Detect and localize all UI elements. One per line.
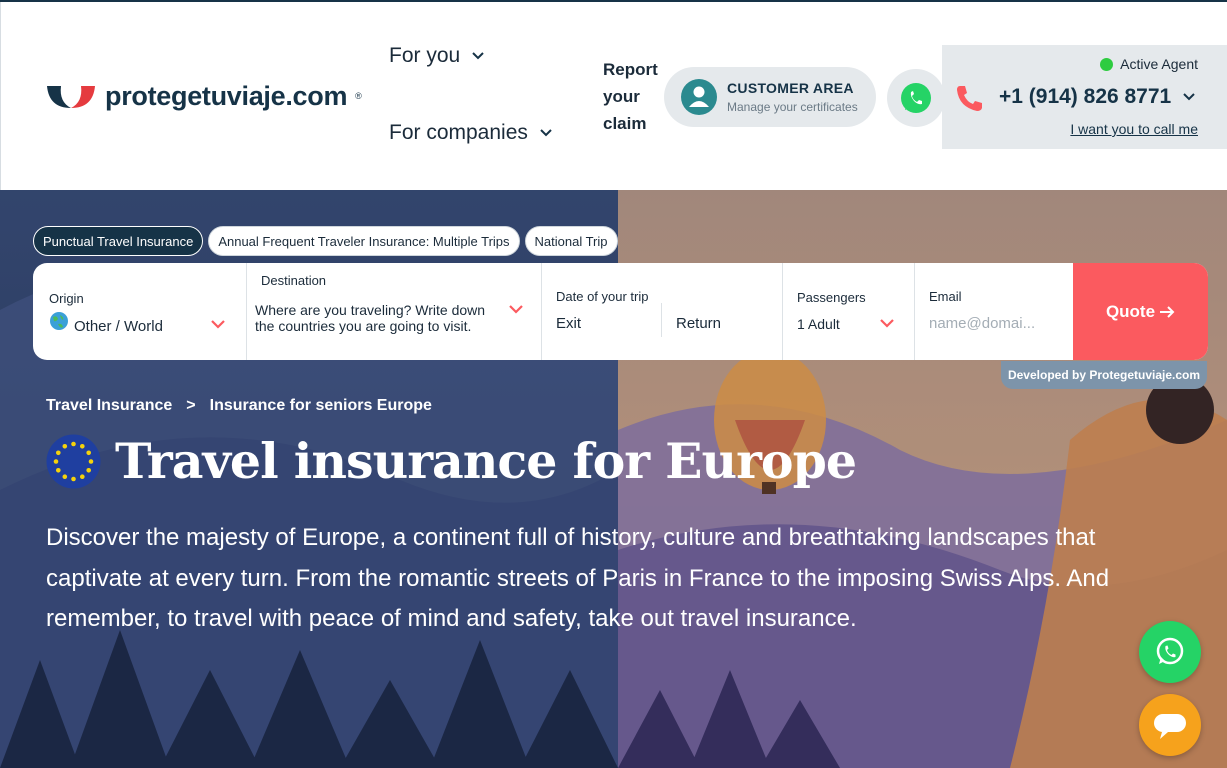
origin-value: Other / World	[74, 318, 163, 335]
quote-search-bar: Origin Other / World Destination Where a…	[33, 263, 1208, 360]
whatsapp-icon	[901, 83, 931, 113]
exit-date-input[interactable]: Exit	[556, 315, 581, 332]
report-claim-link[interactable]: Report your claim	[603, 56, 673, 137]
nav-for-companies-label: For companies	[389, 121, 528, 144]
nav-for-companies[interactable]: For companies	[389, 121, 552, 145]
origin-label: Origin	[49, 291, 84, 306]
chevron-down-icon	[472, 52, 484, 60]
tab-punctual[interactable]: Punctual Travel Insurance	[33, 226, 204, 256]
customer-area-subtitle: Manage your certificates	[727, 100, 858, 114]
nav-for-you-label: For you	[389, 44, 461, 67]
date-divider	[661, 303, 662, 337]
globe-icon	[50, 312, 68, 330]
developed-by-badge: Developed by Protegetuviaje.com	[1001, 361, 1207, 389]
agent-panel: Active Agent +1 (914) 826 8771 I want yo…	[942, 45, 1227, 149]
chat-float-button[interactable]	[1139, 694, 1201, 756]
customer-area-title: CUSTOMER AREA	[727, 80, 854, 96]
agent-status: Active Agent	[1100, 56, 1198, 72]
breadcrumb-travel-insurance[interactable]: Travel Insurance	[46, 397, 172, 415]
passengers-label: Passengers	[797, 290, 866, 305]
chevron-down-icon	[1183, 93, 1195, 101]
return-date-input[interactable]: Return	[676, 315, 721, 332]
destination-field[interactable]: Destination Where are you traveling? Wri…	[247, 263, 542, 360]
whatsapp-header-button[interactable]	[887, 69, 945, 127]
passengers-value: 1 Adult	[797, 316, 840, 332]
origin-field[interactable]: Origin Other / World	[33, 263, 247, 360]
user-icon	[681, 79, 717, 115]
status-dot-icon	[1100, 57, 1114, 71]
call-me-link[interactable]: I want you to call me	[1070, 121, 1198, 137]
phone-number-dropdown[interactable]: +1 (914) 826 8771	[999, 85, 1195, 109]
phone-icon	[957, 86, 982, 111]
customer-area-button[interactable]: CUSTOMER AREA Manage your certificates	[664, 67, 876, 127]
chat-bubble-icon	[1154, 714, 1186, 739]
arrow-right-icon	[1160, 305, 1175, 318]
breadcrumb-separator: >	[186, 397, 196, 414]
insurance-type-tabs: Punctual Travel Insurance Annual Frequen…	[33, 226, 618, 256]
nav-for-you[interactable]: For you	[389, 44, 484, 68]
tab-annual[interactable]: Annual Frequent Traveler Insurance: Mult…	[208, 226, 520, 256]
breadcrumb-current: Insurance for seniors Europe	[209, 397, 432, 414]
email-field[interactable]: Email name@domai...	[915, 263, 1073, 360]
agent-status-label: Active Agent	[1120, 56, 1198, 72]
phone-number: +1 (914) 826 8771	[999, 85, 1172, 108]
logo-text: protegetuviaje.com	[105, 80, 348, 111]
email-input: name@domai...	[929, 315, 1036, 332]
whatsapp-float-button[interactable]	[1139, 621, 1201, 683]
chevron-down-icon	[509, 305, 523, 314]
email-label: Email	[929, 289, 962, 304]
passengers-field[interactable]: Passengers 1 Adult	[783, 263, 915, 360]
chevron-down-icon	[211, 320, 225, 329]
hero-description: Discover the majesty of Europe, a contin…	[46, 524, 1110, 632]
date-label: Date of your trip	[556, 289, 649, 304]
destination-input: Where are you traveling? Write down the …	[255, 302, 486, 334]
breadcrumb: Travel Insurance > Insurance for seniors…	[46, 397, 432, 415]
trip-dates-field: Date of your trip Exit Return	[542, 263, 783, 360]
whatsapp-icon	[1156, 637, 1184, 665]
page-title: Travel insurance for Europe	[115, 432, 857, 490]
logo[interactable]: protegetuviaje.com ®	[45, 80, 362, 112]
chevron-down-icon	[880, 319, 894, 328]
quote-label: Quote	[1105, 301, 1156, 321]
destination-label: Destination	[261, 273, 327, 288]
tab-national[interactable]: National Trip	[524, 226, 618, 256]
eu-flag-icon	[46, 434, 101, 488]
quote-button[interactable]: Quote	[1073, 263, 1208, 360]
logo-reg: ®	[355, 91, 362, 101]
logo-icon	[47, 86, 95, 108]
page-title-row: Travel insurance for Europe	[46, 432, 857, 490]
chevron-down-icon	[540, 129, 552, 137]
site-header: protegetuviaje.com ® For you For companie…	[0, 2, 1227, 190]
